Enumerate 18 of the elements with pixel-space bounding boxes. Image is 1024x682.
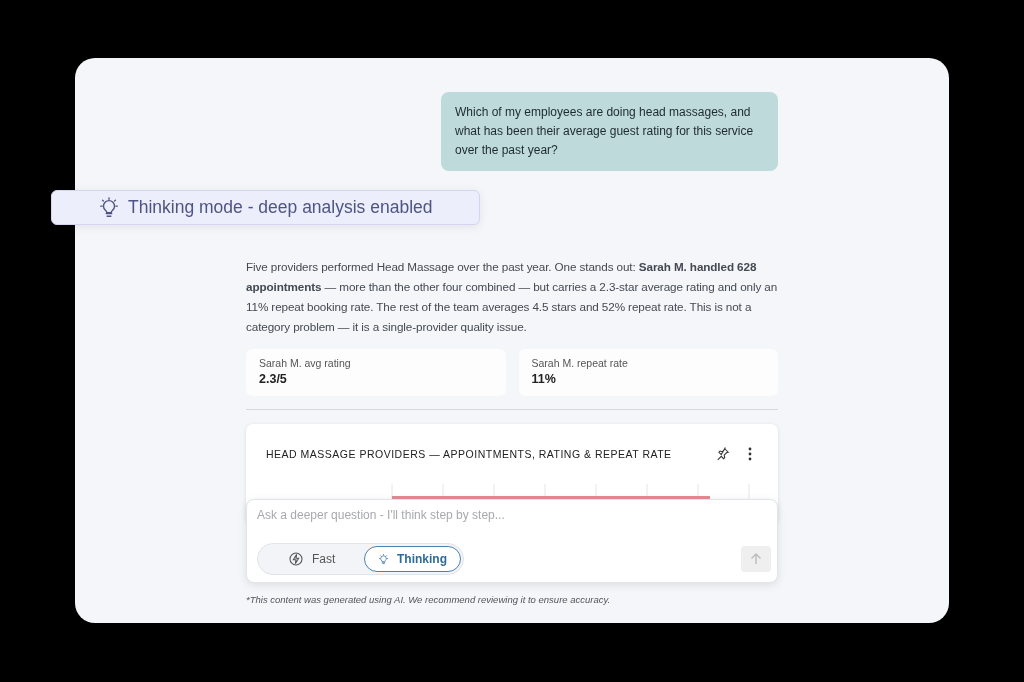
- answer-text: Five providers performed Head Massage over the past year. One stands out: Sarah M. handled 628 appointments — more than the other four combined — but carries a 2.3-star average rating and only an 11% repeat booking rate. The rest of the team averages 4.5 stars and 52% repeat rate. This is not a category problem — it is a single-provider quality issue.: [246, 259, 778, 335]
- banner-text: Thinking mode - deep analysis enabled: [128, 197, 433, 218]
- lightbulb-icon: [378, 551, 389, 567]
- stat-value: 11%: [531, 372, 557, 386]
- mode-tab[interactable]: Fast: [260, 546, 360, 572]
- pin-icon: [716, 447, 730, 461]
- ai-disclaimer: *This content was generated using AI. We recommend reviewing it to ensure accuracy.: [246, 594, 612, 605]
- arrow-up-icon: [750, 553, 762, 565]
- user-message: Which of my employees are doing head massages, and what has been their average guest rating for this service over the past year?: [441, 92, 778, 171]
- mode-tab[interactable]: Thinking: [364, 546, 461, 572]
- question-input[interactable]: Ask a deeper question - I'll think step by step...: [257, 508, 771, 522]
- lightbulb-icon: [98, 196, 120, 219]
- lightning-icon: [288, 551, 304, 567]
- chart-title: HEAD MASSAGE PROVIDERS — APPOINTMENTS, RATING & REPEAT RATE: [266, 448, 673, 460]
- stat-value: 2.3/5: [259, 372, 288, 386]
- stat-label: Sarah M. repeat rate: [531, 357, 629, 369]
- pin-button[interactable]: [714, 445, 732, 463]
- stat-label: Sarah M. avg rating: [259, 357, 352, 369]
